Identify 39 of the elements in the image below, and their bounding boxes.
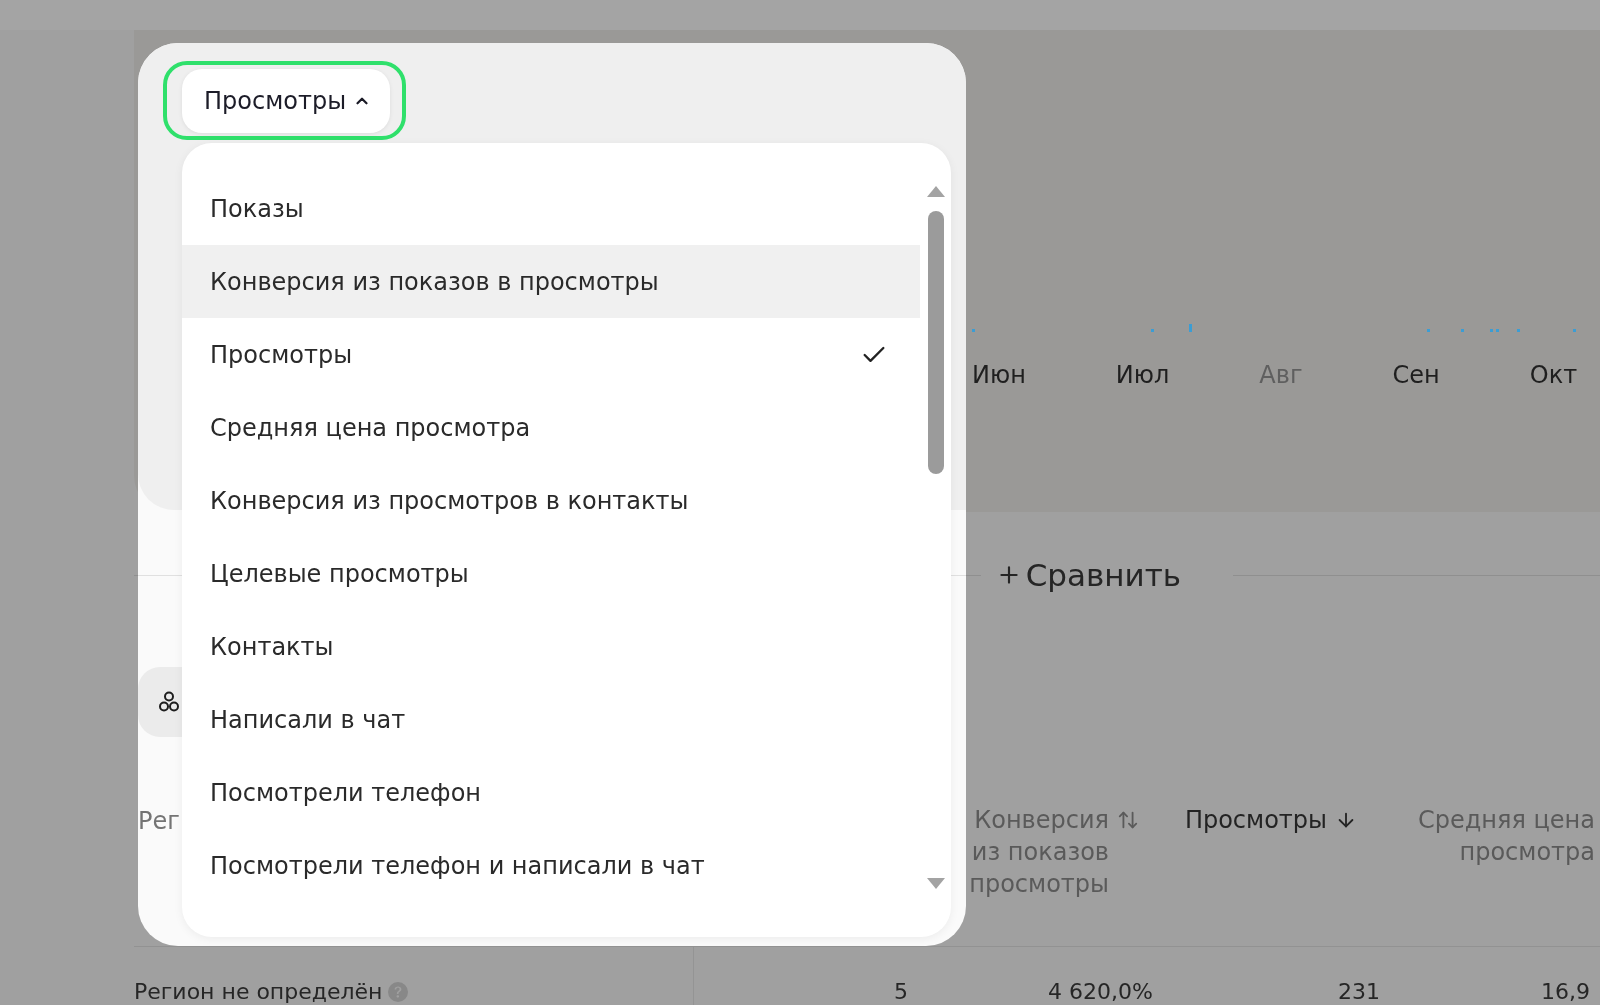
chart-point bbox=[1573, 329, 1576, 332]
table-cell: 5 bbox=[894, 979, 908, 1004]
menu-item[interactable]: Показы bbox=[182, 172, 920, 245]
metric-dropdown[interactable]: Просмотры bbox=[182, 69, 391, 133]
help-icon[interactable] bbox=[388, 982, 409, 1002]
month-label: Июл bbox=[1115, 360, 1170, 390]
menu-item[interactable]: Просмотры bbox=[182, 318, 920, 391]
three-circles-icon bbox=[159, 691, 179, 713]
chart-point bbox=[1189, 324, 1192, 332]
scrollbar-thumb[interactable] bbox=[927, 211, 944, 474]
menu-item[interactable]: Конверсия из показов в просмотры bbox=[182, 245, 920, 318]
tab-pill[interactable] bbox=[138, 667, 182, 737]
month-label: Июн bbox=[972, 360, 1026, 390]
menu-item[interactable]: Контакты bbox=[182, 610, 920, 683]
menu-item[interactable]: Средняя цена просмотра bbox=[182, 391, 920, 464]
table-cell: 16,9 bbox=[1541, 979, 1590, 1004]
chart-point bbox=[1461, 329, 1464, 332]
menu-item[interactable]: Написали в чат bbox=[182, 683, 920, 756]
table-cell: 4 620,0% bbox=[1048, 979, 1153, 1004]
chart-point bbox=[1496, 329, 1499, 332]
scroll-down-icon[interactable] bbox=[926, 878, 945, 889]
table-cell: 231 bbox=[1338, 979, 1380, 1004]
menu-item[interactable]: Конверсия из просмотров в контакты bbox=[182, 464, 920, 537]
chart-point bbox=[1427, 329, 1430, 332]
scroll-up-icon[interactable] bbox=[926, 186, 945, 197]
compare-button[interactable]: Сравнить bbox=[995, 553, 1181, 597]
menu-item[interactable]: Посмотрели телефон bbox=[182, 756, 920, 829]
month-label: Сен bbox=[1392, 360, 1440, 390]
month-label: Окт bbox=[1529, 360, 1578, 390]
chart-point bbox=[1517, 329, 1520, 332]
column-header[interactable]: Просмотры bbox=[1184, 804, 1357, 836]
region-name: Регион не определён bbox=[134, 979, 383, 1004]
chart-point bbox=[1490, 329, 1493, 332]
chart-point bbox=[1151, 329, 1154, 332]
menu-item[interactable]: Целевые просмотры bbox=[182, 537, 920, 610]
chart-point bbox=[972, 329, 975, 332]
menu-item[interactable]: Посмотрели телефон и написали в чат bbox=[182, 829, 920, 902]
month-label: Авг bbox=[1259, 360, 1303, 390]
column-header[interactable]: Рег bbox=[138, 805, 180, 837]
